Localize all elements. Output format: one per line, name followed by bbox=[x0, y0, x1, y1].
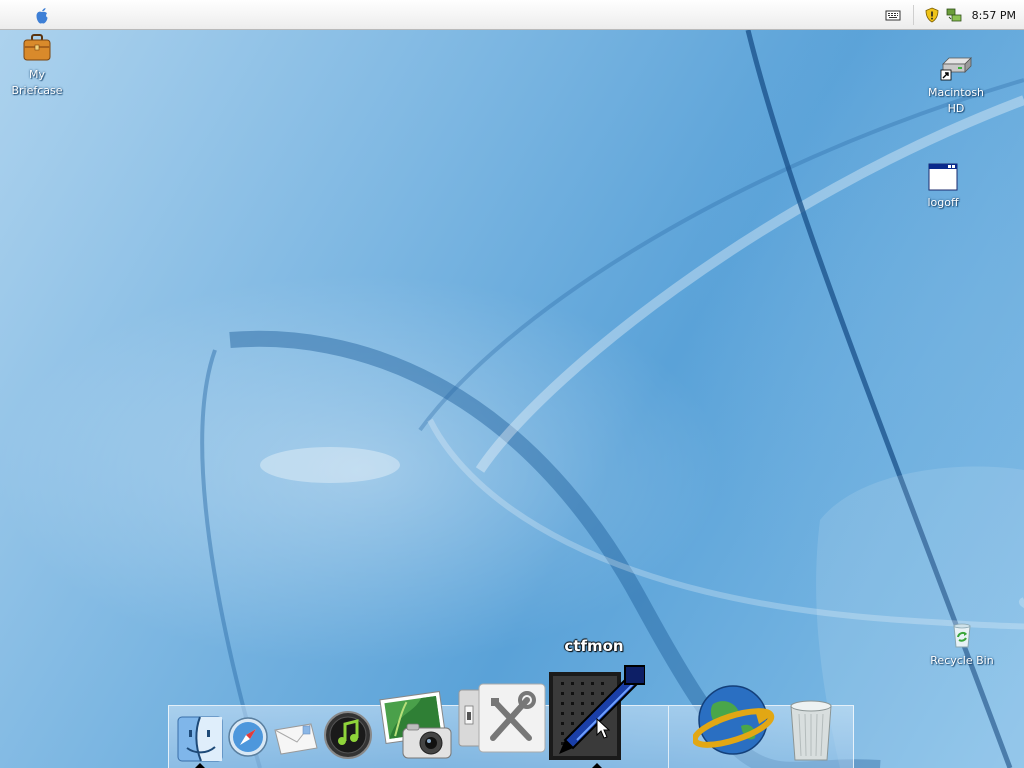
window-shortcut-icon bbox=[928, 163, 958, 191]
desktop[interactable]: 8:57 PM My Briefcase Macintosh HD logoff… bbox=[0, 0, 1024, 768]
iphoto-icon[interactable] bbox=[379, 690, 455, 762]
hard-drive-icon bbox=[940, 57, 972, 81]
dock-tooltip: ctfmon bbox=[564, 637, 624, 655]
mail-icon[interactable] bbox=[273, 720, 319, 756]
recycle-bin-icon bbox=[953, 623, 971, 648]
apple-logo-icon[interactable] bbox=[32, 6, 52, 26]
recycle-bin-shortcut[interactable]: Recycle Bin bbox=[924, 620, 1000, 669]
network-icon[interactable] bbox=[946, 7, 962, 23]
macintosh-hd-shortcut[interactable]: Macintosh HD bbox=[918, 52, 994, 117]
macintosh-hd-label: Macintosh HD bbox=[927, 86, 985, 115]
ctfmon-running-indicator bbox=[592, 763, 602, 768]
ctfmon-pen-icon[interactable] bbox=[549, 664, 645, 760]
security-shield-icon[interactable] bbox=[924, 7, 940, 23]
logoff-label: logoff bbox=[927, 196, 959, 209]
my-briefcase-label: My Briefcase bbox=[11, 68, 63, 97]
tray-separator bbox=[912, 5, 914, 25]
menu-bar: 8:57 PM bbox=[0, 0, 1024, 30]
keyboard-icon[interactable] bbox=[885, 7, 901, 23]
itunes-icon[interactable] bbox=[323, 710, 373, 760]
safari-icon[interactable] bbox=[227, 716, 269, 758]
my-briefcase-shortcut[interactable]: My Briefcase bbox=[4, 32, 70, 99]
finder-running-indicator bbox=[195, 763, 205, 768]
briefcase-icon bbox=[23, 34, 51, 61]
recycle-bin-label: Recycle Bin bbox=[930, 654, 994, 667]
mouse-cursor-icon bbox=[596, 718, 610, 739]
internet-globe-icon[interactable] bbox=[693, 680, 775, 762]
wallpaper-graphic bbox=[200, 29, 1024, 768]
logoff-shortcut[interactable]: logoff bbox=[918, 162, 968, 211]
dock bbox=[168, 665, 854, 768]
system-tray: 8:57 PM bbox=[885, 5, 1016, 25]
finder-icon[interactable] bbox=[177, 716, 223, 762]
dock-divider bbox=[668, 706, 669, 768]
clock[interactable]: 8:57 PM bbox=[972, 9, 1016, 22]
trash-icon[interactable] bbox=[783, 694, 839, 762]
system-tools-icon[interactable] bbox=[457, 682, 547, 756]
